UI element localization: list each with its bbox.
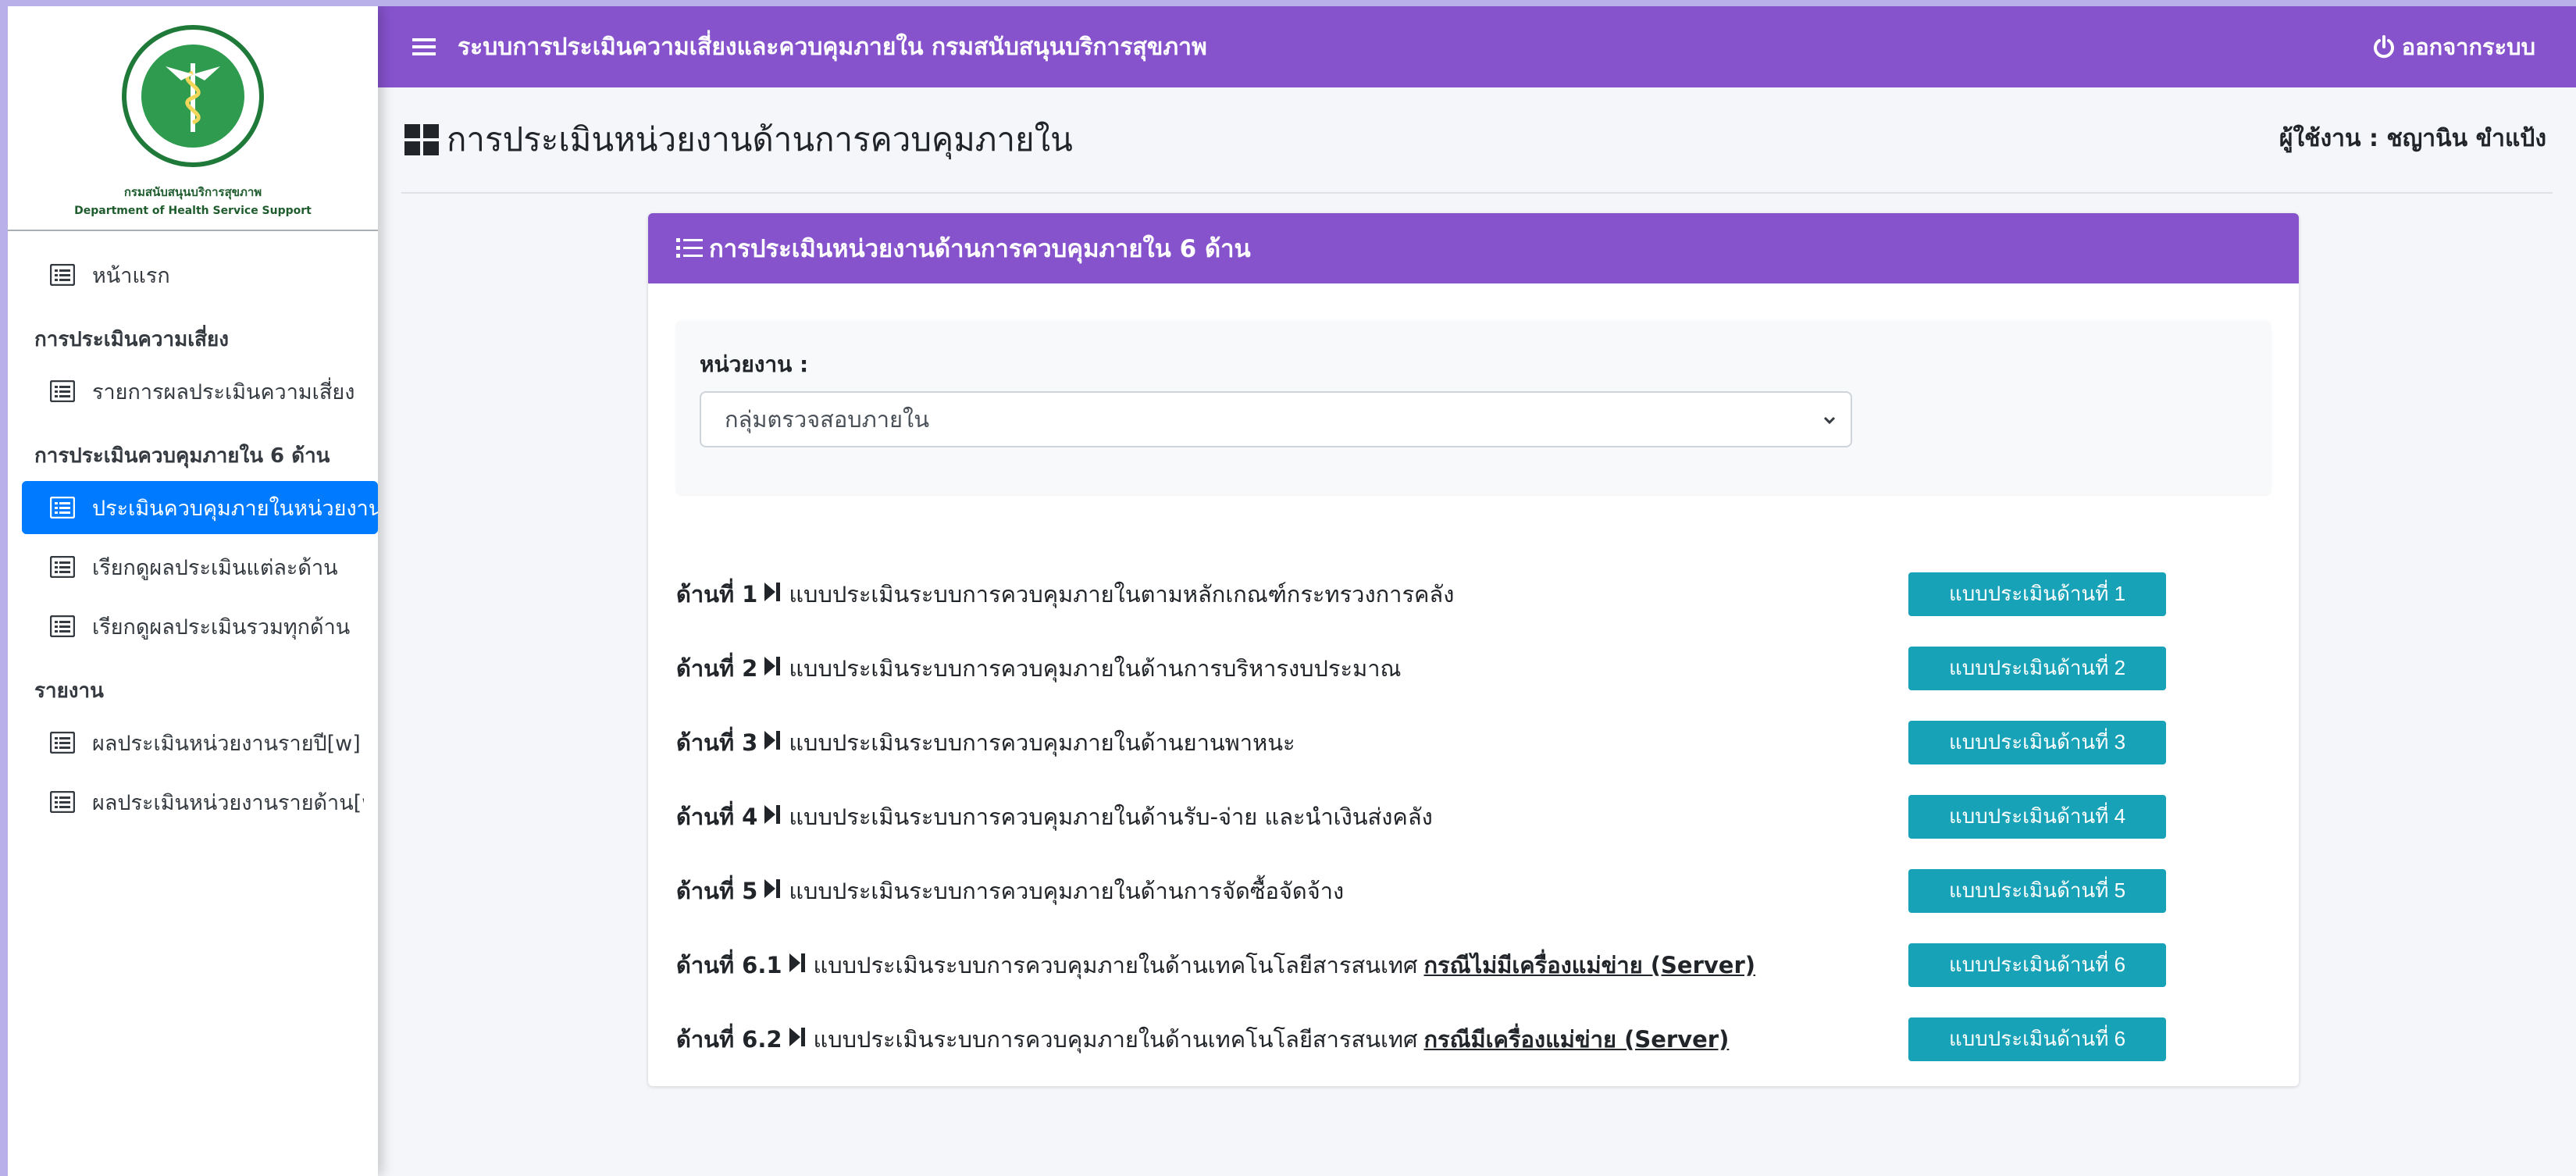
sidebar-item-5[interactable]: เรียกดูผลประเมินแต่ละด้าน <box>22 540 364 593</box>
list-icon <box>49 790 76 814</box>
unit-filter-panel: หน่วยงาน : กลุ่มตรวจสอบภายใน <box>676 321 2271 494</box>
sidebar-item-8[interactable]: ผลประเมินหน่วยงานรายปี[w] <box>22 716 364 769</box>
hamburger-menu-icon[interactable] <box>412 37 436 57</box>
assessment-row-text: ด้านที่ 5 แบบประเมินระบบการควบคุมภายในด้า… <box>676 873 1344 909</box>
assessment-description: แบบประเมินระบบการควบคุมภายในด้านเทคโนโลย… <box>813 951 1418 978</box>
list-icon <box>49 731 76 754</box>
assessment-dimension-label: ด้านที่ 6.2 <box>676 1025 782 1053</box>
assessment-condition: กรณีมีเครื่องแม่ข่าย (Server) <box>1423 1025 1730 1053</box>
sidebar-item-label: หน้าแรก <box>92 263 170 288</box>
open-assessment-button[interactable]: แบบประเมินด้านที่ 3 <box>1908 720 2166 764</box>
assessment-row: ด้านที่ 3 แบบประเมินระบบการควบคุมภายในด้า… <box>676 705 2271 779</box>
list-icon <box>49 496 76 519</box>
sidebar-item-0[interactable]: หน้าแรก <box>22 248 364 301</box>
assessment-row: ด้านที่ 2 แบบประเมินระบบการควบคุมภายในด้า… <box>676 631 2271 705</box>
brand-name-en: Department of Health Service Support <box>74 205 312 217</box>
assessment-row: ด้านที่ 5 แบบประเมินระบบการควบคุมภายในด้า… <box>676 853 2271 928</box>
sidebar-item-label: รายการผลประเมินความเสี่ยง <box>92 380 355 404</box>
list-ul-icon <box>676 238 703 258</box>
assessment-dimension-label: ด้านที่ 5 <box>676 877 758 904</box>
ministry-logo-icon <box>122 25 264 167</box>
assessment-row-text: ด้านที่ 6.1 แบบประเมินระบบการควบคุมภายในด… <box>676 947 1755 983</box>
dashboard-grid-icon <box>404 124 439 155</box>
list-icon <box>49 380 76 403</box>
assessment-condition: กรณีไม่มีเครื่องแม่ข่าย (Server) <box>1423 951 1756 978</box>
assessment-row-text: ด้านที่ 6.2 แบบประเมินระบบการควบคุมภายในด… <box>676 1021 1729 1057</box>
open-assessment-button[interactable]: แบบประเมินด้านที่ 6 <box>1908 943 2166 987</box>
unit-select-value: กลุ่มตรวจสอบภายใน <box>725 406 930 433</box>
open-assessment-button[interactable]: แบบประเมินด้านที่ 6 <box>1908 1017 2166 1061</box>
step-forward-icon <box>764 655 781 682</box>
assessment-description: แบบประเมินระบบการควบคุมภายในด้านเทคโนโลย… <box>813 1025 1418 1053</box>
assessment-row: ด้านที่ 6.2 แบบประเมินระบบการควบคุมภายในด… <box>676 1002 2271 1076</box>
assessment-description: แบบประเมินระบบการควบคุมภายในด้านรับ-จ่าย… <box>789 803 1433 830</box>
content-header: การประเมินหน่วยงานด้านการควบคุมภายใน ผู้… <box>378 87 2576 194</box>
assessment-row-text: ด้านที่ 4 แบบประเมินระบบการควบคุมภายในด้า… <box>676 799 1433 835</box>
sidebar-item-4[interactable]: ประเมินควบคุมภายในหน่วยงาน <box>22 481 378 534</box>
assessment-dimension-label: ด้านที่ 1 <box>676 580 758 608</box>
open-assessment-button[interactable]: แบบประเมินด้านที่ 2 <box>1908 646 2166 690</box>
unit-select[interactable]: กลุ่มตรวจสอบภายใน <box>700 391 1852 447</box>
sidebar-section-header: การประเมินความเสี่ยง <box>34 328 229 351</box>
header-divider <box>401 192 2553 194</box>
open-assessment-button[interactable]: แบบประเมินด้านที่ 5 <box>1908 868 2166 913</box>
list-icon <box>49 615 76 638</box>
current-user: ผู้ใช้งาน : ชญานิน ขำแป้ง <box>2278 125 2546 152</box>
sidebar-item-2[interactable]: รายการผลประเมินความเสี่ยง <box>22 365 364 418</box>
assessment-dimension-label: ด้านที่ 4 <box>676 803 758 830</box>
assessment-row: ด้านที่ 4 แบบประเมินระบบการควบคุมภายในด้า… <box>676 779 2271 853</box>
sidebar-item-label: เรียกดูผลประเมินรวมทุกด้าน <box>92 615 351 640</box>
assessment-description: แบบประเมินระบบการควบคุมภายในตามหลักเกณฑ์… <box>789 580 1455 608</box>
assessment-row: ด้านที่ 6.1 แบบประเมินระบบการควบคุมภายในด… <box>676 928 2271 1002</box>
assessment-dimension-label: ด้านที่ 3 <box>676 729 758 756</box>
chevron-down-icon <box>1823 416 1836 425</box>
card-header: การประเมินหน่วยงานด้านการควบคุมภายใน 6 ด… <box>648 213 2299 283</box>
open-assessment-button[interactable]: แบบประเมินด้านที่ 4 <box>1908 794 2166 839</box>
assessment-row: ด้านที่ 1 แบบประเมินระบบการควบคุมภายในตาม… <box>676 557 2271 631</box>
sidebar-item-label: ผลประเมินหน่วยงานรายปี[w] <box>92 731 361 756</box>
assessment-row-text: ด้านที่ 3 แบบประเมินระบบการควบคุมภายในด้า… <box>676 725 1295 761</box>
sidebar-section-header: รายงาน <box>34 679 104 703</box>
top-navbar: ระบบการประเมินความเสี่ยงและควบคุมภายใน ก… <box>378 6 2576 87</box>
brand: กรมสนับสนุนบริการสุขภาพ Department of He… <box>8 6 378 231</box>
sidebar: กรมสนับสนุนบริการสุขภาพ Department of He… <box>8 6 378 1176</box>
sidebar-item-label: ผลประเมินหน่วยงานรายด้าน[w] <box>92 790 364 815</box>
step-forward-icon <box>764 804 781 830</box>
step-forward-icon <box>764 878 781 904</box>
power-icon <box>2373 35 2394 59</box>
sidebar-item-label: เรียกดูผลประเมินแต่ละด้าน <box>92 555 338 580</box>
step-forward-icon <box>789 1026 806 1053</box>
brand-name-th: กรมสนับสนุนบริการสุขภาพ <box>123 185 262 199</box>
step-forward-icon <box>789 952 806 978</box>
sidebar-item-9[interactable]: ผลประเมินหน่วยงานรายด้าน[w] <box>22 775 364 829</box>
assessment-description: แบบประเมินระบบการควบคุมภายในด้านการจัดซื… <box>789 877 1345 904</box>
assessment-dimension-label: ด้านที่ 6.1 <box>676 951 782 978</box>
logout-label: ออกจากระบบ <box>2401 34 2535 60</box>
sidebar-item-label: ประเมินควบคุมภายในหน่วยงาน <box>92 496 378 521</box>
sidebar-section-header: การประเมินควบคุมภายใน 6 ด้าน <box>34 444 330 468</box>
list-icon <box>49 263 76 287</box>
page-title: การประเมินหน่วยงานด้านการควบคุมภายใน <box>447 120 1073 159</box>
app-title: ระบบการประเมินความเสี่ยงและควบคุมภายใน ก… <box>458 33 1207 61</box>
step-forward-icon <box>764 581 781 608</box>
assessment-dimension-label: ด้านที่ 2 <box>676 654 758 682</box>
assessment-description: แบบประเมินระบบการควบคุมภายในด้านยานพาหนะ <box>789 729 1295 756</box>
assessment-row-text: ด้านที่ 1 แบบประเมินระบบการควบคุมภายในตาม… <box>676 576 1454 612</box>
assessment-list: ด้านที่ 1 แบบประเมินระบบการควบคุมภายในตาม… <box>676 557 2271 1076</box>
sidebar-nav: หน้าแรกการประเมินความเสี่ยงรายการผลประเม… <box>8 231 378 829</box>
app-frame: กรมสนับสนุนบริการสุขภาพ Department of He… <box>8 6 2576 1176</box>
logout-button[interactable]: ออกจากระบบ <box>2372 29 2535 65</box>
sidebar-item-6[interactable]: เรียกดูผลประเมินรวมทุกด้าน <box>22 600 364 653</box>
assessment-row-text: ด้านที่ 2 แบบประเมินระบบการควบคุมภายในด้า… <box>676 650 1401 686</box>
assessment-card: การประเมินหน่วยงานด้านการควบคุมภายใน 6 ด… <box>648 213 2299 1086</box>
assessment-description: แบบประเมินระบบการควบคุมภายในด้านการบริหา… <box>789 654 1402 682</box>
open-assessment-button[interactable]: แบบประเมินด้านที่ 1 <box>1908 572 2166 616</box>
card-title: การประเมินหน่วยงานด้านการควบคุมภายใน 6 ด… <box>709 235 1251 263</box>
list-icon <box>49 555 76 579</box>
step-forward-icon <box>764 729 781 756</box>
unit-label: หน่วยงาน : <box>700 351 809 377</box>
